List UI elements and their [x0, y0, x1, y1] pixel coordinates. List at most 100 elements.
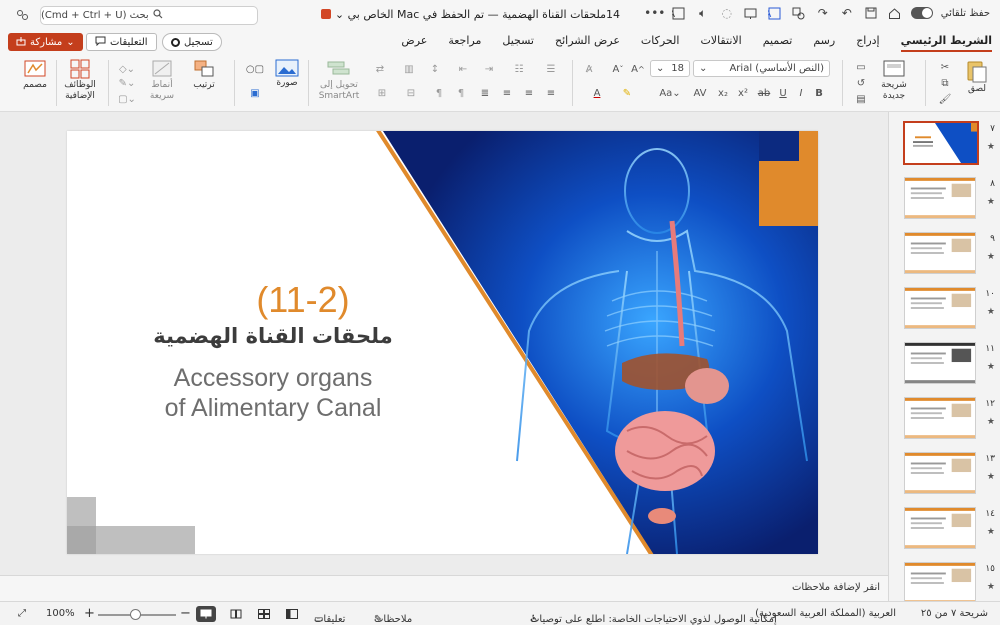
justify-icon[interactable]: ≣ — [476, 86, 494, 100]
coauthoring-icon[interactable] — [14, 7, 30, 23]
tab-0[interactable]: الشريط الرئيسي — [900, 34, 992, 52]
shape-effects-icon[interactable]: ▢⌄ — [118, 92, 136, 106]
reading-view-button[interactable] — [226, 606, 246, 622]
picture-button[interactable]: صورة — [272, 58, 302, 89]
columns-icon[interactable]: ▥ — [400, 62, 418, 76]
numbering-icon[interactable]: ☷ — [510, 62, 528, 76]
ltr-icon[interactable]: ¶ — [430, 86, 448, 100]
tab-7[interactable]: تسجيل — [502, 34, 534, 52]
shape-fill-icon[interactable]: ◇⌄ — [118, 62, 136, 76]
slide-thumbnail[interactable] — [903, 121, 979, 165]
clear-formatting-icon[interactable]: A̷ — [580, 62, 598, 76]
dictate-icon[interactable]: ◌ — [719, 5, 735, 21]
bullets-icon[interactable]: ☰ — [542, 62, 560, 76]
notes-pane[interactable]: انقر لإضافة ملاحظات — [0, 575, 888, 601]
zoom-in-button[interactable]: + — [84, 606, 95, 621]
strikethrough-icon[interactable]: ab — [756, 86, 772, 100]
thumbnail-row[interactable]: ١٢ ★ — [889, 397, 1000, 445]
shapes-icon[interactable]: ○▢ — [244, 62, 266, 76]
section-icon[interactable]: ▤ — [852, 92, 870, 106]
zoom-out-button[interactable]: − — [180, 606, 191, 621]
paste-button[interactable]: لصق — [962, 58, 992, 95]
slide-thumbnail[interactable] — [904, 232, 976, 274]
redo-icon[interactable]: ↷ — [815, 5, 831, 21]
slide-thumbnail[interactable] — [904, 507, 976, 549]
slide-thumbnail[interactable] — [904, 287, 976, 329]
record-button[interactable]: تسجيل — [162, 33, 222, 51]
save-icon[interactable] — [863, 5, 879, 21]
underline-icon[interactable]: U — [776, 86, 790, 100]
copy-icon[interactable]: ⧉ — [936, 76, 954, 90]
outdent-icon[interactable]: ⇤ — [454, 62, 472, 76]
thumbnail-row[interactable]: ١٠ ★ — [889, 287, 1000, 335]
slide-thumbnail[interactable] — [904, 177, 976, 219]
slide-arabic-title[interactable]: ملحقات القناة الهضمية — [123, 324, 423, 348]
search-input[interactable]: بحث (Cmd + Ctrl + U) — [40, 6, 258, 25]
thumbnail-row[interactable]: ٩ ★ — [889, 232, 1000, 280]
indent-icon[interactable]: ⇥ — [480, 62, 498, 76]
layout-icon[interactable]: ▭ — [852, 60, 870, 74]
font-size-select[interactable]: ⌄ 18 — [650, 60, 690, 77]
align-right-icon[interactable]: ≡ — [542, 86, 560, 100]
line-spacing-icon[interactable]: ↕ — [426, 62, 444, 76]
new-slide-button[interactable]: شريحة جديدة — [876, 58, 912, 102]
reset-icon[interactable]: ↺ — [852, 76, 870, 90]
rtl-icon[interactable]: ¶ — [452, 86, 470, 100]
italic-icon[interactable]: I — [794, 86, 808, 100]
comments-button[interactable]: التعليقات — [86, 33, 157, 51]
read-aloud-icon[interactable]: 🔈︎ — [695, 5, 711, 21]
thumbnail-row[interactable]: ١١ ★ — [889, 342, 1000, 390]
tab-6[interactable]: عرض الشرائح — [555, 34, 620, 52]
current-slide[interactable]: (11-2) ملحقات القناة الهضمية Accessory o… — [67, 131, 818, 554]
tab-3[interactable]: تصميم — [763, 34, 793, 52]
font-color-icon[interactable]: A — [588, 86, 606, 100]
thumbnail-row[interactable]: ١٥ ★ — [889, 562, 1000, 601]
increase-font-icon[interactable]: A ^ — [630, 62, 646, 76]
format-painter-icon[interactable]: 🖌︎ — [936, 92, 954, 106]
text-direction-icon[interactable]: ⇄ — [370, 62, 390, 76]
present-icon[interactable] — [743, 5, 759, 21]
slideshow-view-button[interactable] — [196, 606, 216, 622]
thumbnail-row[interactable]: ١٤ ★ — [889, 507, 1000, 555]
slide-sorter-button[interactable] — [254, 606, 274, 622]
autosave-toggle[interactable] — [910, 7, 933, 19]
tab-5[interactable]: الحركات — [641, 34, 680, 52]
addins-button[interactable]: الوظائف الإضافية — [62, 58, 98, 102]
normal-view-button[interactable] — [282, 606, 302, 622]
shapes-icon[interactable] — [791, 5, 807, 21]
arrange-button[interactable]: ترتيب — [190, 58, 218, 91]
superscript-icon[interactable]: x² — [736, 86, 750, 100]
cut-icon[interactable]: ✂ — [936, 60, 954, 74]
align-left-icon[interactable]: ≡ — [498, 86, 516, 100]
slide-thumbnails-pane[interactable]: ٧ ★ ٨ ★ ٩ ★ ١٠ ★ ١١ ★ ١٢ ★ ١٣ ★ ١٤ ★ ١٥ ★ — [888, 112, 1000, 601]
textbox-icon[interactable]: ▣ — [244, 86, 266, 100]
tab-4[interactable]: الانتقالات — [700, 34, 741, 52]
tab-1[interactable]: إدراج — [856, 34, 879, 52]
zoom-level[interactable]: 100% — [46, 608, 75, 619]
thumbnail-row[interactable]: ٨ ★ — [889, 177, 1000, 225]
tab-2[interactable]: رسم — [813, 34, 835, 52]
align-center-icon[interactable]: ≡ — [520, 86, 538, 100]
slide-thumbnail[interactable] — [904, 452, 976, 494]
font-name-select[interactable]: ⌄ Arial (النص الأساسي) — [693, 60, 830, 77]
tab-9[interactable]: عرض — [401, 34, 427, 52]
smartart-small-icon[interactable]: ⊞ — [372, 86, 392, 100]
slide-editor[interactable]: (11-2) ملحقات القناة الهضمية Accessory o… — [0, 112, 888, 575]
decrease-font-icon[interactable]: Aˇ — [610, 62, 626, 76]
slide-english-title[interactable]: Accessory organs of Alimentary Canal — [103, 363, 443, 423]
more-icon[interactable]: ••• — [644, 5, 665, 21]
char-spacing-icon[interactable]: AV — [690, 86, 710, 100]
shape-outline-icon[interactable]: ✎⌄ — [118, 76, 136, 90]
document-title[interactable]: 14ملحقات القناة الهضمية — تم الحفظ في Ma… — [321, 8, 620, 21]
slide-thumbnail[interactable] — [904, 342, 976, 384]
textbox-icon[interactable]: A — [767, 5, 783, 21]
convert-smartart-button[interactable]: تحويل إلى SmartArt — [318, 58, 360, 102]
home-icon[interactable] — [887, 5, 903, 21]
thumbnail-row[interactable]: ٧ ★ — [889, 121, 1000, 170]
designer-button[interactable]: مصمم — [20, 58, 50, 91]
slide-thumbnail[interactable] — [904, 562, 976, 601]
tab-8[interactable]: مراجعة — [448, 34, 481, 52]
zoom-slider-handle[interactable] — [130, 609, 141, 620]
fit-to-window-icon[interactable]: ⤢ — [18, 608, 26, 619]
align-text-icon[interactable]: ⊟ — [400, 86, 422, 100]
